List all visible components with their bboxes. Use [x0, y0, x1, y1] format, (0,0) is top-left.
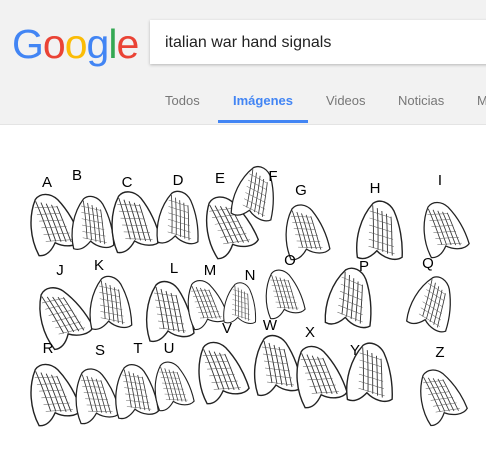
tab-videos[interactable]: Videos — [326, 88, 366, 124]
hand-signals-illustration: A B C D E F G H I J K L M N O P Q R S T U V W X Y Z — [30, 166, 470, 427]
hand-drawing-r — [30, 363, 82, 427]
letter-label: U — [164, 340, 175, 357]
letter-label: Z — [435, 344, 444, 361]
tab-imagenes[interactable]: Imágenes — [218, 88, 308, 124]
hand-drawing-x — [296, 345, 348, 409]
hand-drawing-d — [156, 190, 199, 245]
hand-drawing-b — [71, 195, 115, 250]
hand-drawing-k — [89, 275, 133, 330]
tab-noticias[interactable]: Noticias — [398, 88, 444, 124]
letter-label: P — [359, 258, 369, 275]
hand-drawing-z — [420, 369, 468, 427]
logo-letter: o — [64, 21, 88, 67]
letter-label: C — [122, 174, 133, 191]
hand-drawing-o — [265, 269, 306, 320]
letter-label: M — [204, 262, 217, 279]
letter-label: Y — [350, 342, 360, 359]
hand-drawing-i — [423, 201, 470, 259]
hand-drawing-l — [145, 280, 195, 343]
letter-label: N — [245, 267, 256, 284]
letter-label: E — [215, 170, 225, 187]
tab-more[interactable]: M — [477, 88, 486, 124]
hand-drawing-s — [75, 368, 121, 425]
logo-letter: e — [116, 21, 139, 67]
search-query-text: italian war hand signals — [165, 34, 332, 51]
tab-imagenes-label: Imágenes — [233, 93, 293, 108]
hand-drawing-p — [324, 267, 372, 329]
letter-label: J — [56, 262, 64, 279]
letter-label: R — [43, 340, 54, 357]
letter-label: O — [284, 252, 296, 269]
hand-drawing-u — [154, 361, 195, 412]
image-result[interactable]: A B C D E F G H I J K L M N O P Q R S T U V W X Y Z — [0, 125, 486, 473]
active-tab-indicator — [218, 120, 308, 123]
letter-label: K — [94, 257, 104, 274]
letter-label: I — [438, 172, 442, 189]
tab-todos[interactable]: Todos — [165, 88, 200, 124]
hand-drawing-h — [356, 200, 403, 260]
letter-label: X — [305, 324, 315, 341]
logo-letter: o — [42, 21, 66, 67]
letter-label: G — [295, 182, 307, 199]
letter-label: Q — [422, 255, 434, 272]
letter-label: D — [173, 172, 184, 189]
hand-drawing-w — [253, 334, 303, 397]
letter-label: L — [170, 260, 178, 277]
logo-letter: G — [12, 21, 44, 67]
letter-label: A — [42, 174, 52, 191]
letter-label: T — [133, 340, 142, 357]
letter-label: B — [72, 167, 82, 184]
logo-letter: g — [86, 21, 110, 67]
search-input[interactable]: italian war hand signals — [150, 20, 486, 64]
letter-label: S — [95, 342, 105, 359]
letter-label: W — [263, 317, 278, 334]
google-logo[interactable]: Google — [12, 20, 139, 68]
letter-label: H — [370, 180, 381, 197]
letter-label: V — [222, 320, 232, 337]
header: Google italian war hand signals Todos Im… — [0, 0, 486, 125]
hand-drawing-c — [111, 191, 162, 254]
hand-drawing-j — [39, 287, 95, 351]
hand-drawing-q — [406, 276, 451, 333]
hand-drawing-v — [198, 341, 250, 405]
letter-label: F — [268, 168, 277, 185]
hand-drawing-t — [115, 364, 160, 420]
search-tabs: Todos Imágenes Videos Noticias M — [0, 88, 486, 124]
